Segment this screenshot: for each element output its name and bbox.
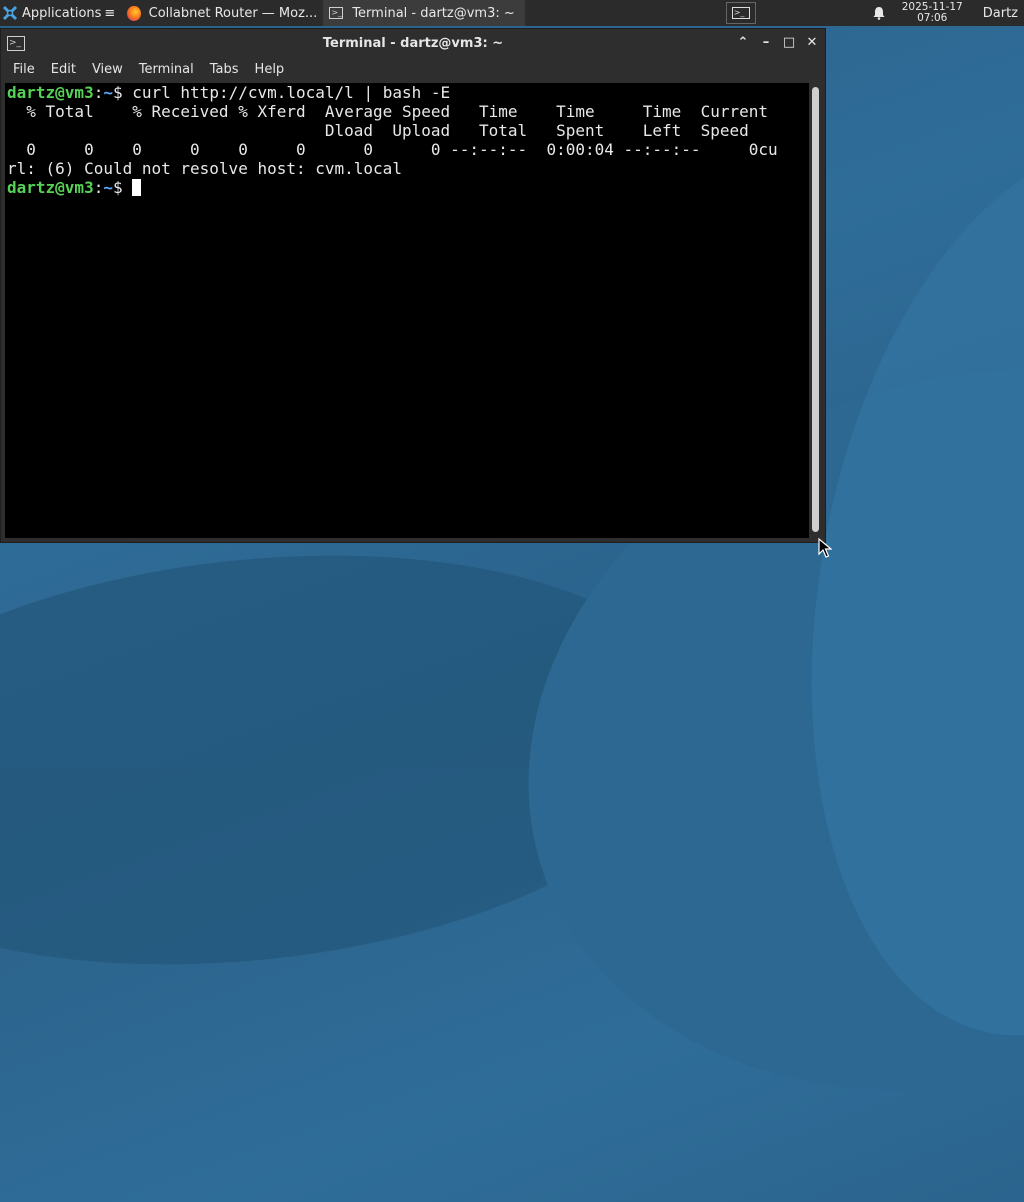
clock[interactable]: 2025-11-17 07:06 (902, 2, 963, 24)
taskbar-item-terminal[interactable]: >_ Terminal - dartz@vm3: ~ (323, 0, 526, 26)
xfce-logo-icon (2, 5, 18, 21)
minimize-button[interactable]: – (758, 35, 774, 51)
menu-terminal[interactable]: Terminal (131, 62, 202, 77)
output-line: Dload Upload Total Spent Left Speed (7, 121, 749, 140)
terminal-window: >_ Terminal - dartz@vm3: ~ ⌃ – □ ✕ File … (0, 28, 826, 543)
firefox-icon (127, 5, 141, 21)
applications-label: Applications (22, 5, 102, 21)
window-titlebar[interactable]: >_ Terminal - dartz@vm3: ~ ⌃ – □ ✕ (1, 29, 825, 57)
output-line: rl: (6) Could not resolve host: cvm.loca… (7, 159, 402, 178)
output-line: % Total % Received % Xferd Average Speed… (7, 102, 768, 121)
scrollbar-thumb[interactable] (812, 87, 819, 532)
terminal-icon: >_ (329, 7, 344, 19)
taskbar-item-firefox[interactable]: Collabnet Router — Moz... (121, 0, 323, 26)
command-text: curl http://cvm.local/l | bash -E (132, 83, 451, 102)
taskbar-item-label: Collabnet Router — Moz... (148, 5, 318, 21)
prompt-path: ~ (103, 83, 113, 102)
output-line: 0 0 0 0 0 0 0 0 --:--:-- 0:00:04 --:--:-… (7, 140, 778, 159)
close-button[interactable]: ✕ (804, 35, 820, 51)
terminal-icon[interactable]: >_ (7, 35, 25, 51)
mouse-pointer-icon (818, 538, 832, 558)
menu-tabs[interactable]: Tabs (202, 62, 247, 77)
menu-file[interactable]: File (5, 62, 43, 77)
vertical-scrollbar[interactable] (811, 83, 821, 538)
top-panel: Applications ≡ Collabnet Router — Moz...… (0, 0, 1024, 26)
prompt-symbol: $ (112, 178, 133, 197)
window-shade-icon[interactable]: ⌃ (735, 35, 751, 51)
taskbar-item-label: Terminal - dartz@vm3: ~ (352, 5, 515, 21)
notification-bell-icon[interactable] (872, 6, 886, 20)
menu-edit[interactable]: Edit (43, 62, 84, 77)
prompt-path: ~ (103, 178, 113, 197)
prompt-line: dartz@vm3:~$ (7, 178, 809, 197)
text-cursor (132, 179, 142, 196)
prompt-symbol: $ (112, 83, 133, 102)
prompt-separator: : (93, 83, 104, 102)
terminal-icon: >_ (731, 7, 750, 19)
applications-menu[interactable]: Applications ≡ (0, 0, 121, 26)
prompt-separator: : (93, 178, 104, 197)
prompt-user: dartz@vm3 (7, 83, 94, 102)
command-line: dartz@vm3:~$ curl http://cvm.local/l | b… (7, 83, 809, 102)
menu-help[interactable]: Help (247, 62, 293, 77)
window-title: Terminal - dartz@vm3: ~ (322, 35, 504, 51)
applications-menu-icon: ≡ (104, 5, 116, 21)
clock-time: 07:06 (917, 12, 948, 24)
menu-view[interactable]: View (84, 62, 131, 77)
prompt-user: dartz@vm3 (7, 178, 94, 197)
workspace-switcher[interactable]: >_ (725, 2, 756, 24)
user-menu[interactable]: Dartz (977, 0, 1024, 26)
menu-bar: File Edit View Terminal Tabs Help (1, 57, 825, 81)
maximize-button[interactable]: □ (781, 35, 797, 51)
terminal-output[interactable]: dartz@vm3:~$ curl http://cvm.local/l | b… (5, 83, 809, 538)
